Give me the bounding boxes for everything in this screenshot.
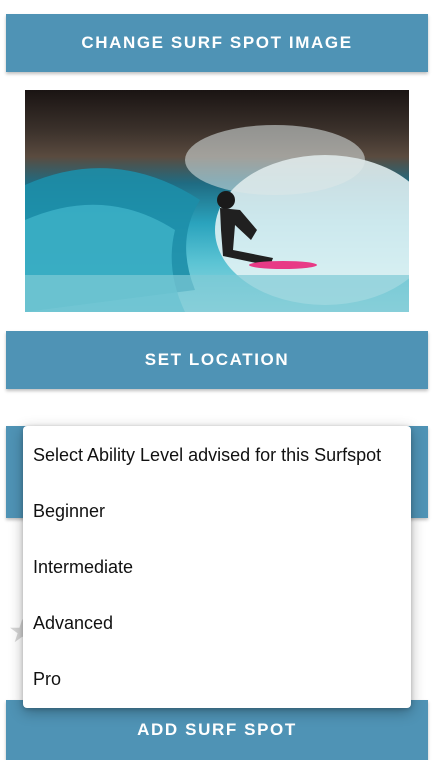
change-surf-spot-image-button[interactable]: CHANGE SURF SPOT IMAGE (6, 14, 428, 72)
menu-item-beginner[interactable]: Beginner (23, 483, 411, 539)
menu-item-intermediate[interactable]: Intermediate (23, 539, 411, 595)
surf-spot-image (25, 90, 409, 312)
menu-item-pro[interactable]: Pro (23, 651, 411, 707)
add-surf-spot-button[interactable]: ADD SURF SPOT (6, 700, 428, 760)
menu-item-advanced[interactable]: Advanced (23, 595, 411, 651)
menu-item-select-prompt[interactable]: Select Ability Level advised for this Su… (23, 427, 411, 483)
ability-level-dropdown-menu: Select Ability Level advised for this Su… (23, 426, 411, 708)
set-location-button[interactable]: SET LOCATION (6, 331, 428, 389)
